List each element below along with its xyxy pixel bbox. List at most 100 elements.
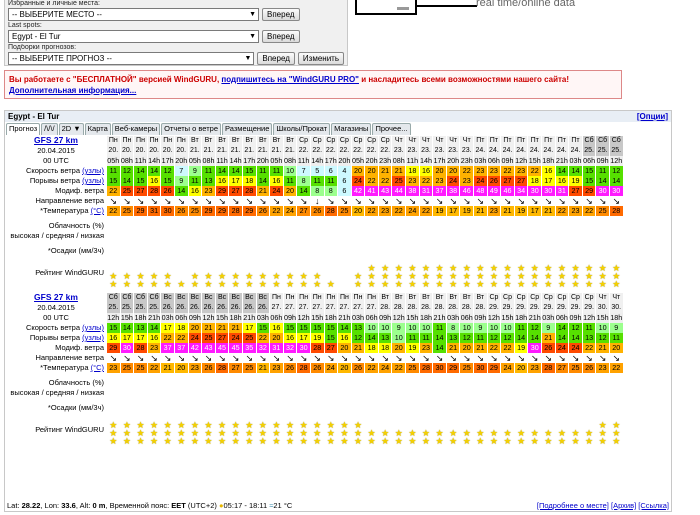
forecast-wind-cell: 22 bbox=[528, 166, 542, 176]
forecast-temp-cell: 22 bbox=[107, 206, 121, 216]
promo-divider bbox=[417, 5, 477, 7]
star-icon: ★ bbox=[258, 436, 267, 446]
last-spots-go-button[interactable]: Вперед bbox=[262, 30, 300, 43]
favorites-go-button[interactable]: Вперед bbox=[262, 8, 300, 21]
forecast-model[interactable]: GFS 27 km bbox=[5, 136, 107, 146]
forecast-hours-cell: 09h bbox=[501, 156, 515, 166]
forecast-gust-cell: 18 bbox=[528, 176, 542, 186]
forecast-gust-cell: 24 bbox=[188, 333, 203, 343]
rating-cell: ★ ★ ★ bbox=[352, 415, 366, 445]
rating-cell: ★ ★ ★ bbox=[528, 258, 542, 288]
forecast-hours-cell: 14h bbox=[147, 156, 162, 166]
tab-4[interactable]: Веб-камеры bbox=[111, 123, 161, 135]
tab-7[interactable]: Школы/Прокат bbox=[273, 123, 331, 135]
forecast-days-cell: Пт bbox=[542, 136, 556, 146]
wind-direction-arrow-icon: ↘ bbox=[433, 353, 447, 363]
forecast-hours-cell: 03h bbox=[569, 156, 583, 166]
forecast-wind-cell: 7 bbox=[297, 166, 311, 176]
rating-cell: ★ ★ bbox=[406, 415, 420, 445]
knots-link[interactable]: (узлы) bbox=[82, 176, 104, 185]
forecast-gust-cell: 14 bbox=[609, 176, 624, 186]
wind-direction-arrow-icon: ↘ bbox=[338, 353, 352, 363]
forecast-wind-cell: 23 bbox=[474, 166, 488, 176]
tab-5[interactable]: Отчеты о ветре bbox=[161, 123, 222, 135]
forecast-wind-cell: 15 bbox=[310, 323, 325, 333]
tab-3[interactable]: Карта bbox=[84, 123, 111, 135]
tab-8[interactable]: Магазины bbox=[331, 123, 372, 135]
forecast-nums-cell: 20. bbox=[134, 146, 148, 156]
tab-2[interactable]: 2D ▼ bbox=[58, 123, 84, 135]
tab-1[interactable]: /\/\/ bbox=[41, 123, 58, 135]
realtime-device-image[interactable] bbox=[355, 0, 417, 15]
forecast-temp-cell: 21 bbox=[161, 363, 175, 373]
last-spots-select[interactable]: Egypt - El Tur ▼ bbox=[8, 30, 259, 43]
forecast-mod-cell: 42 bbox=[188, 343, 203, 353]
rating-cell: ★ ★ bbox=[107, 258, 121, 288]
wind-direction-arrow-icon: ↘ bbox=[216, 353, 230, 363]
forecast-hours-cell: 05h bbox=[107, 156, 121, 166]
forecast-gust-label: Порывы ветра (узлы) bbox=[5, 333, 107, 343]
forecast-model[interactable]: GFS 27 km bbox=[5, 293, 107, 303]
forecast-hours-cell: 08h bbox=[120, 156, 135, 166]
forecast-temp-cell: 23 bbox=[569, 206, 583, 216]
tab-0[interactable]: Прогноз bbox=[6, 123, 41, 135]
forecast-gust-cell: 11 bbox=[474, 333, 488, 343]
forecast-nums-cell: 22. bbox=[310, 146, 325, 156]
forecast-gust-cell: 14 bbox=[555, 333, 570, 343]
forecast-hours-cell: 18h bbox=[229, 313, 243, 323]
forecast-nums-cell: 27. bbox=[310, 303, 325, 313]
rating-cell: ★ ★ bbox=[488, 415, 502, 445]
star-icon: ★ bbox=[245, 436, 254, 446]
forecast-nums-cell: 29. bbox=[487, 303, 502, 313]
forecast-gust-cell: 17 bbox=[229, 176, 243, 186]
star-icon: ★ bbox=[449, 436, 458, 446]
knots-link[interactable]: (узлы) bbox=[82, 323, 104, 332]
forecast-nums-cell: 28. bbox=[433, 303, 447, 313]
rating-cell: ★ ★ ★ bbox=[596, 258, 610, 288]
selections-edit-button[interactable]: Изменить bbox=[297, 52, 344, 65]
forecast-nums-cell: 20. bbox=[120, 146, 135, 156]
knots-link[interactable]: (узлы) bbox=[82, 166, 104, 175]
wind-direction-arrow-icon: ↘ bbox=[610, 196, 624, 206]
star-icon: ★ bbox=[163, 436, 172, 446]
star-icon: ★ bbox=[544, 279, 553, 289]
forecast-mod-label: Модиф. ветра bbox=[5, 343, 107, 353]
star-icon: ★ bbox=[612, 436, 621, 446]
tab-9[interactable]: Прочее... bbox=[372, 123, 411, 135]
rating-cell: ★ ★ ★ bbox=[148, 415, 162, 445]
celsius-link[interactable]: (°C) bbox=[91, 206, 104, 215]
forecast-gust-cell: 11 bbox=[310, 176, 325, 186]
forecast-wind-cell: 12 bbox=[120, 166, 135, 176]
rating-cell: ★ ★ bbox=[556, 415, 570, 445]
wind-direction-arrow-icon: ↘ bbox=[189, 353, 203, 363]
selections-go-button[interactable]: Вперед bbox=[257, 52, 295, 65]
pro-notice-text: Вы работаете с "БЕСПЛАТНОЙ" версией Wind… bbox=[9, 75, 222, 84]
favorites-select[interactable]: -- ВЫБЕРИТЕ МЕСТО -- ▼ bbox=[8, 8, 259, 21]
knots-link[interactable]: (узлы) bbox=[82, 333, 104, 342]
forecast-nums-cell: 29. bbox=[528, 303, 542, 313]
star-icon: ★ bbox=[462, 279, 471, 289]
tab-6[interactable]: Размещение bbox=[222, 123, 273, 135]
forecast-gust-cell: 16 bbox=[283, 333, 298, 343]
forecast-wind-cell: 11 bbox=[202, 166, 216, 176]
forecast-days-cell: Ср bbox=[569, 293, 583, 303]
forecast-hours-cell: 12h bbox=[609, 156, 624, 166]
spot-details-link[interactable]: [Подробнее о месте] bbox=[537, 501, 609, 510]
link-link[interactable]: [Ссылка] bbox=[638, 501, 669, 510]
archive-link[interactable]: [Архив] bbox=[611, 501, 636, 510]
star-icon: ★ bbox=[449, 279, 458, 289]
celsius-link[interactable]: (°C) bbox=[91, 363, 104, 372]
rating-cell: ★ ★ ★ bbox=[257, 415, 271, 445]
options-link[interactable]: [Опции] bbox=[637, 111, 668, 122]
star-icon: ★ bbox=[231, 436, 240, 446]
subscribe-pro-link[interactable]: подпишитесь на "WindGURU PRO" bbox=[221, 75, 359, 84]
forecast-days-cell: Вт bbox=[229, 136, 243, 146]
forecast-days-cell: Пн bbox=[297, 293, 311, 303]
forecast-temp-cell: 22 bbox=[365, 363, 379, 373]
selections-select[interactable]: -- ВЫБЕРИТЕ ПРОГНОЗ -- ▼ bbox=[8, 52, 255, 65]
forecast-days-cell: Вс bbox=[256, 293, 271, 303]
more-info-link[interactable]: Дополнительная информация... bbox=[9, 86, 136, 95]
forecast-mod-cell: 20 bbox=[460, 343, 475, 353]
forecast-hours-cell: 08h bbox=[392, 156, 407, 166]
forecast-wind-cell: 10 bbox=[365, 323, 379, 333]
